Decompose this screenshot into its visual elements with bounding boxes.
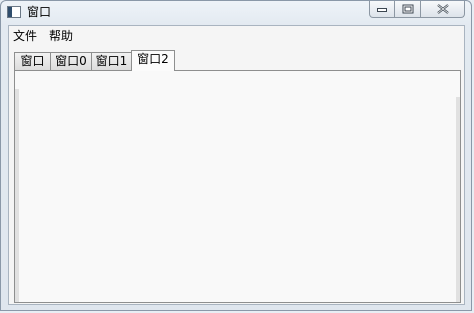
tab-window-1[interactable]: 窗口1 <box>91 52 132 70</box>
app-window-icon <box>7 6 21 18</box>
maximize-icon <box>402 4 413 14</box>
client-area: 文件 帮助 窗口 窗口0 窗口1 窗口2 <box>8 25 465 305</box>
menu-item-file[interactable]: 文件 <box>13 29 37 43</box>
panel-left-edge <box>15 89 19 302</box>
tab-window-0[interactable]: 窗口0 <box>50 52 92 70</box>
minimize-icon <box>377 8 387 12</box>
main-window: 窗口 文件 帮助 窗口 窗口0 窗口1 窗口2 <box>0 0 472 311</box>
minimize-button[interactable] <box>369 1 395 18</box>
tab-label: 窗口1 <box>95 54 128 68</box>
tab-window-2[interactable]: 窗口2 <box>131 50 175 71</box>
tab-content-panel <box>14 70 461 303</box>
tab-label: 窗口0 <box>55 54 87 68</box>
menu-item-help[interactable]: 帮助 <box>49 29 73 43</box>
tab-label: 窗口 <box>20 54 45 68</box>
panel-right-edge <box>456 97 460 302</box>
tab-label: 窗口2 <box>137 52 169 66</box>
title-bar[interactable]: 窗口 <box>1 1 471 23</box>
menu-bar: 文件 帮助 <box>9 26 464 46</box>
tab-window[interactable]: 窗口 <box>14 52 51 70</box>
close-icon <box>436 4 449 14</box>
maximize-button[interactable] <box>395 1 421 18</box>
caption-buttons <box>369 1 465 18</box>
window-title: 窗口 <box>27 5 52 19</box>
close-button[interactable] <box>421 1 465 18</box>
